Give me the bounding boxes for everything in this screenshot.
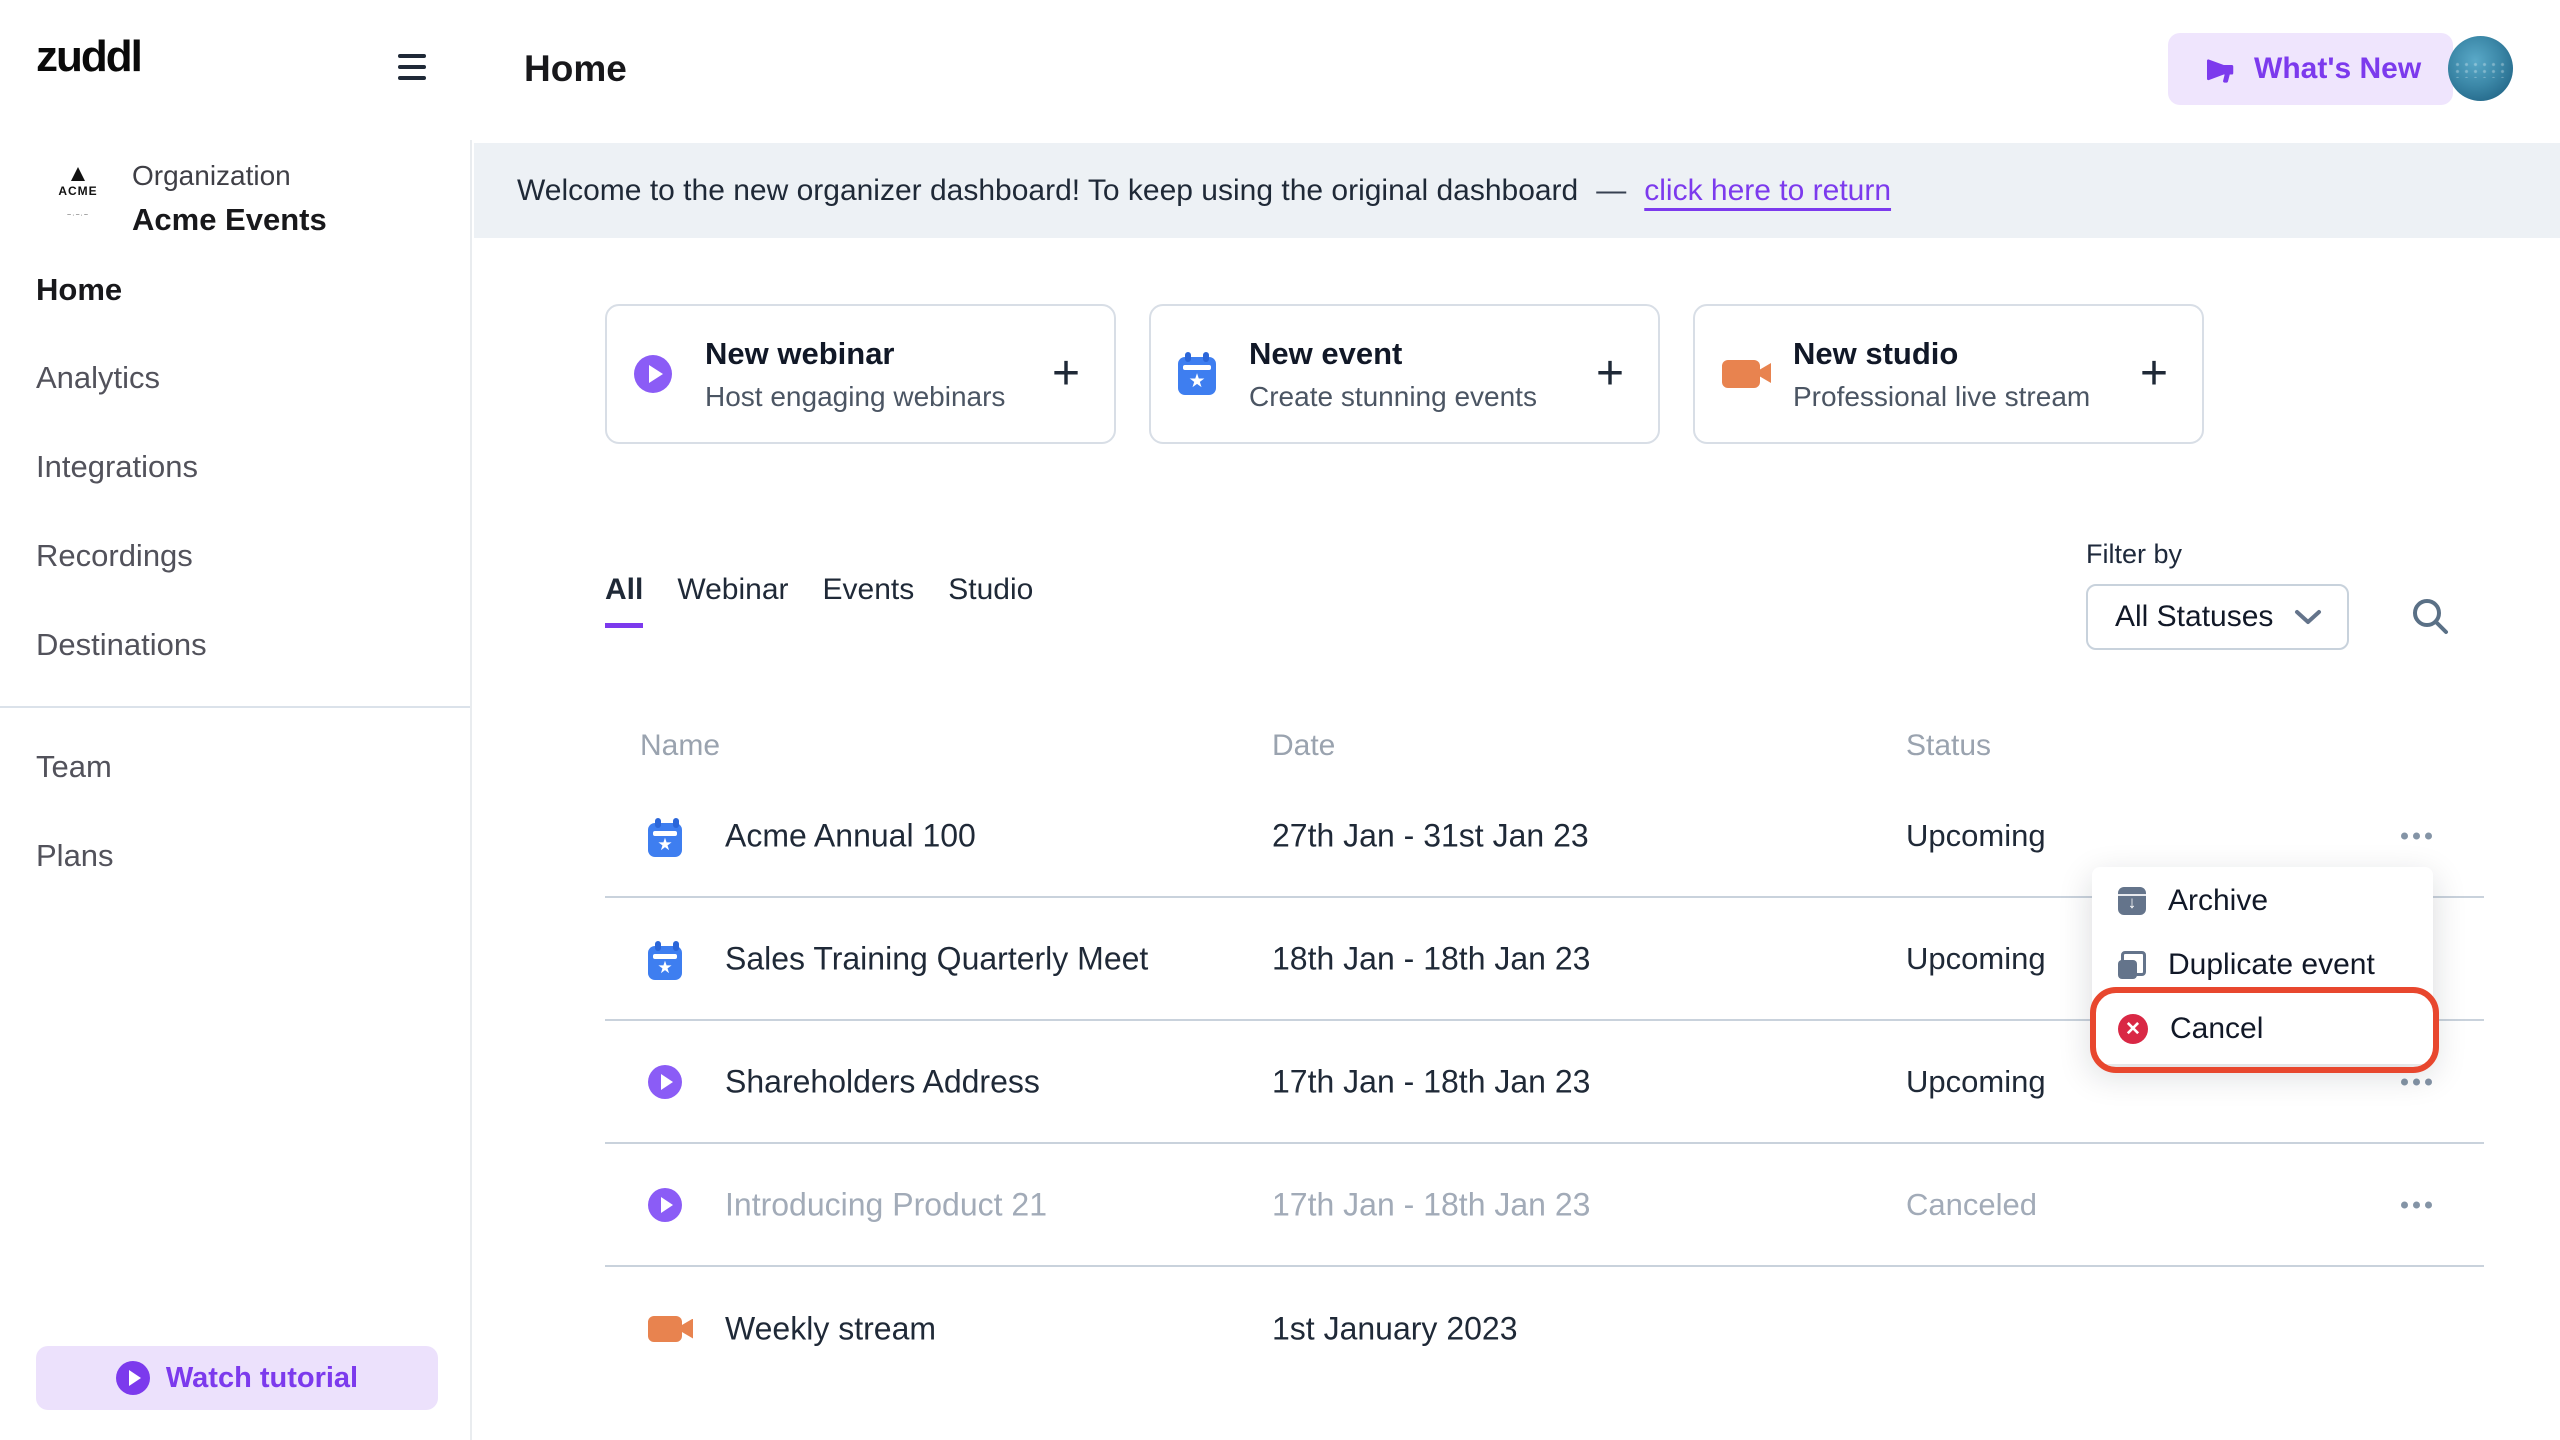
- search-button[interactable]: [2400, 586, 2460, 646]
- return-to-original-dashboard-link[interactable]: click here to return: [1644, 174, 1891, 208]
- play-circle-icon: [648, 1188, 682, 1222]
- table-row[interactable]: Introducing Product 21 17th Jan - 18th J…: [605, 1144, 2484, 1267]
- duplicate-icon: [2118, 951, 2146, 979]
- play-circle-icon: [634, 355, 672, 393]
- event-date: 27th Jan - 31st Jan 23: [1272, 817, 1589, 854]
- organization-switcher[interactable]: ▲ ACME ~·−·~ Organization Acme Events: [58, 158, 438, 238]
- event-date: 18th Jan - 18th Jan 23: [1272, 940, 1590, 977]
- event-status: Canceled: [1906, 1187, 2037, 1223]
- plus-icon[interactable]: +: [1596, 354, 1624, 394]
- tab-all[interactable]: All: [605, 573, 643, 628]
- calendar-icon: ★: [648, 946, 682, 980]
- event-date: 1st January 2023: [1272, 1310, 1518, 1347]
- table-row[interactable]: Weekly stream 1st January 2023: [605, 1267, 2484, 1390]
- quick-create-cards: New webinar Host engaging webinars + ★ N…: [605, 304, 2204, 444]
- card-title: New studio: [1793, 336, 2090, 372]
- filter-by-label: Filter by: [2086, 539, 2349, 570]
- menu-item-archive[interactable]: Archive: [2092, 869, 2433, 933]
- new-webinar-card[interactable]: New webinar Host engaging webinars +: [605, 304, 1116, 444]
- archive-icon: [2118, 887, 2146, 915]
- play-circle-icon: [648, 1065, 682, 1099]
- event-name: Shareholders Address: [725, 1063, 1040, 1100]
- zuddl-logo: zuddl: [36, 32, 141, 82]
- video-camera-icon: [1722, 360, 1760, 388]
- whats-new-button[interactable]: What's New: [2168, 33, 2453, 105]
- watch-tutorial-button[interactable]: Watch tutorial: [36, 1346, 438, 1410]
- card-title: New webinar: [705, 336, 1005, 372]
- event-date: 17th Jan - 18th Jan 23: [1272, 1186, 1590, 1223]
- welcome-banner: Welcome to the new organizer dashboard! …: [474, 143, 2560, 238]
- row-actions-ellipsis-icon[interactable]: [2401, 832, 2432, 839]
- play-circle-icon: [116, 1361, 150, 1395]
- plus-icon[interactable]: +: [2140, 354, 2168, 394]
- card-subtitle: Create stunning events: [1249, 381, 1537, 413]
- sidebar-item-plans[interactable]: Plans: [36, 836, 114, 876]
- acme-org-logo: ▲ ACME ~·−·~: [58, 162, 98, 228]
- page-title: Home: [524, 48, 627, 90]
- event-status: Upcoming: [1906, 941, 2046, 977]
- table-header: Name Date Status: [605, 715, 2484, 775]
- new-studio-card[interactable]: New studio Professional live stream +: [1693, 304, 2204, 444]
- row-actions-context-menu: Archive Duplicate event ✕ Cancel: [2092, 867, 2433, 1064]
- organization-name: Acme Events: [132, 202, 327, 238]
- column-header-status: Status: [1906, 729, 1991, 763]
- column-header-date: Date: [1272, 729, 1335, 763]
- card-title: New event: [1249, 336, 1537, 372]
- status-filter-value: All Statuses: [2115, 600, 2273, 634]
- event-name: Introducing Product 21: [725, 1186, 1047, 1223]
- tab-webinar[interactable]: Webinar: [677, 573, 788, 628]
- menu-item-cancel[interactable]: ✕ Cancel: [2092, 997, 2433, 1061]
- event-name: Acme Annual 100: [725, 817, 976, 854]
- banner-dash: —: [1596, 174, 1626, 208]
- row-actions-ellipsis-icon[interactable]: [2401, 1078, 2432, 1085]
- card-subtitle: Host engaging webinars: [705, 381, 1005, 413]
- calendar-icon: ★: [1178, 357, 1216, 395]
- banner-message: Welcome to the new organizer dashboard! …: [517, 174, 1578, 208]
- whats-new-label: What's New: [2254, 52, 2421, 86]
- event-name: Weekly stream: [725, 1310, 936, 1347]
- event-status: Upcoming: [1906, 1064, 2046, 1100]
- filter-block: Filter by All Statuses: [2086, 539, 2349, 650]
- sidebar-item-team[interactable]: Team: [36, 747, 112, 787]
- event-type-tabs: All Webinar Events Studio: [605, 573, 1033, 628]
- megaphone-icon: [2200, 50, 2238, 88]
- sidebar-item-integrations[interactable]: Integrations: [36, 447, 198, 487]
- sidebar-item-recordings[interactable]: Recordings: [36, 536, 193, 576]
- sidebar-item-analytics[interactable]: Analytics: [36, 358, 160, 398]
- event-date: 17th Jan - 18th Jan 23: [1272, 1063, 1590, 1100]
- event-status: Upcoming: [1906, 818, 2046, 854]
- calendar-icon: ★: [648, 823, 682, 857]
- user-avatar[interactable]: [2448, 36, 2513, 101]
- organization-label: Organization: [132, 160, 291, 192]
- chevron-down-icon: [2293, 608, 2323, 626]
- event-name: Sales Training Quarterly Meet: [725, 940, 1148, 977]
- video-camera-icon: [648, 1316, 682, 1342]
- sidebar-divider: [0, 706, 470, 708]
- plus-icon[interactable]: +: [1052, 354, 1080, 394]
- cancel-circle-icon: ✕: [2118, 1014, 2148, 1044]
- hamburger-menu-icon[interactable]: [398, 54, 428, 84]
- tab-events[interactable]: Events: [823, 573, 915, 628]
- card-subtitle: Professional live stream: [1793, 381, 2090, 413]
- menu-item-duplicate-event[interactable]: Duplicate event: [2092, 933, 2433, 997]
- status-filter-dropdown[interactable]: All Statuses: [2086, 584, 2349, 650]
- watch-tutorial-label: Watch tutorial: [166, 1362, 358, 1395]
- sidebar: ▲ ACME ~·−·~ Organization Acme Events Ho…: [0, 140, 472, 1440]
- new-event-card[interactable]: ★ New event Create stunning events +: [1149, 304, 1660, 444]
- tab-studio[interactable]: Studio: [948, 573, 1033, 628]
- column-header-name: Name: [640, 729, 720, 763]
- search-icon: [2408, 594, 2452, 638]
- row-actions-ellipsis-icon[interactable]: [2401, 1201, 2432, 1208]
- sidebar-item-home[interactable]: Home: [36, 270, 122, 310]
- top-bar: zuddl Home What's New: [0, 0, 2560, 140]
- sidebar-item-destinations[interactable]: Destinations: [36, 625, 207, 665]
